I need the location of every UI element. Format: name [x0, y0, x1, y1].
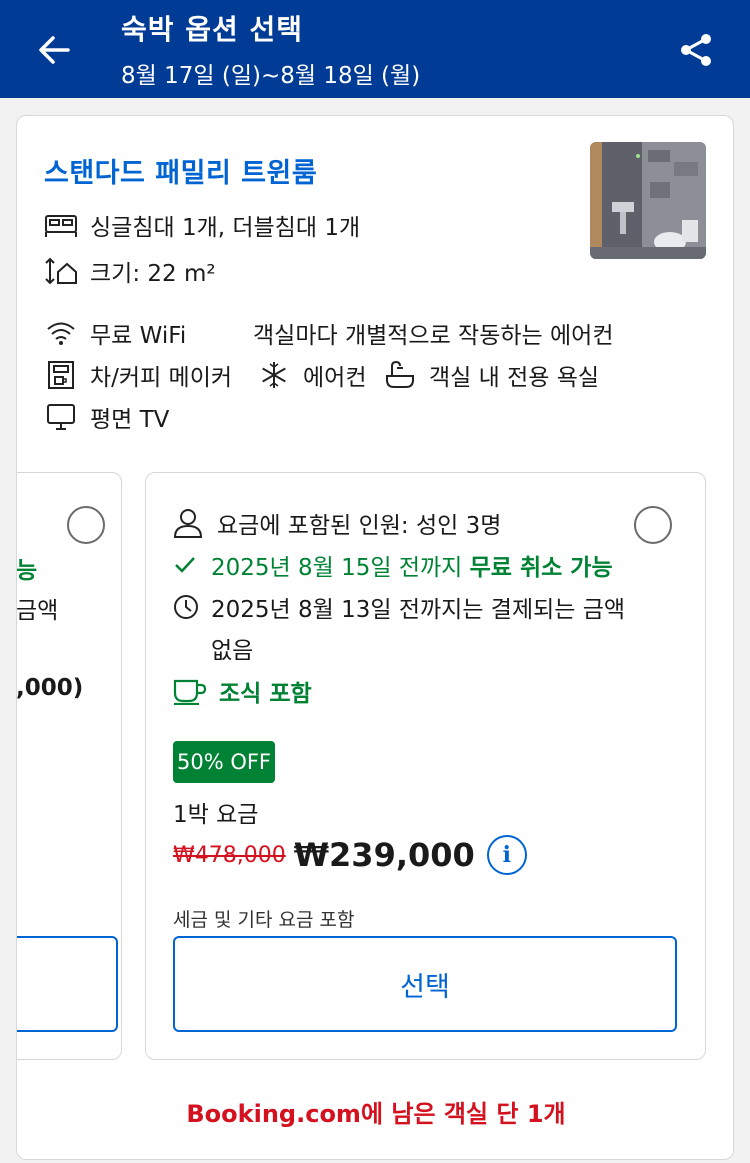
back-button[interactable] — [30, 26, 78, 74]
previous-cancel-text: 능 — [16, 558, 38, 584]
amenity-aircon: 에어컨 — [257, 358, 366, 392]
amenity-coffee-maker-text: 차/커피 메이커 — [90, 365, 233, 391]
payment-text-line2: 없음 — [211, 638, 254, 664]
wifi-icon — [44, 318, 78, 348]
cancel-deadline-text: 2025년 8월 15일 전까지 — [211, 555, 470, 581]
previous-price-text: ,000) — [16, 675, 84, 701]
clock-icon — [174, 595, 198, 619]
bathroom-photo-image — [590, 142, 706, 259]
discount-badge: 50% OFF — [173, 741, 275, 783]
original-price: ₩478,000 — [173, 842, 286, 868]
share-icon — [681, 34, 711, 66]
bed-info: 싱글침대 1개, 더블침대 1개 — [44, 208, 360, 242]
price-row: ₩478,000 ₩239,000 i — [173, 835, 527, 875]
payment-info: 2025년 8월 13일 전까지는 결제되는 금액 — [173, 590, 625, 624]
per-night-label: 1박 요금 — [173, 802, 259, 828]
snowflake-icon — [257, 360, 291, 390]
amenity-tv-text: 평면 TV — [90, 407, 170, 433]
free-cancel-text: 무료 취소 가능 — [469, 555, 613, 581]
previous-select-button[interactable] — [17, 936, 118, 1032]
amenity-wifi: 무료 WiFi — [44, 316, 186, 350]
rate-option-card-previous[interactable]: 능 금액 ,000) — [16, 472, 122, 1060]
top-app-bar: 숙박 옵션 선택 8월 17일 (일)~8월 18일 (월) — [0, 0, 750, 98]
bed-icon — [44, 210, 78, 240]
availability-notice: Booking.com에 남은 객실 단 1개 — [186, 1100, 566, 1128]
room-photo[interactable] — [590, 142, 706, 259]
info-icon: i — [502, 842, 511, 868]
amenity-wifi-text: 무료 WiFi — [90, 323, 187, 349]
amenity-private-bathroom: 객실 내 전용 욕실 — [383, 358, 599, 392]
occupancy-info: 요금에 포함된 인원: 성인 3명 — [173, 506, 501, 540]
arrow-left-icon — [39, 36, 70, 64]
room-name-link[interactable]: 스탠다드 패밀리 트윈룸 — [44, 151, 317, 190]
room-size-icon — [44, 256, 78, 286]
rate-option-card[interactable]: 요금에 포함된 인원: 성인 3명 2025년 8월 15일 전까지 무료 취소… — [145, 472, 706, 1060]
payment-text-line1: 2025년 8월 13일 전까지는 결제되는 금액 — [211, 597, 626, 623]
amenity-individual-ac-text: 객실마다 개별적으로 작동하는 에어컨 — [253, 323, 614, 349]
coffee-cup-icon — [173, 679, 207, 705]
occupancy-text: 요금에 포함된 인원: 성인 3명 — [217, 513, 502, 539]
tv-icon — [44, 402, 78, 432]
person-icon — [173, 509, 203, 538]
room-size: 크기: 22 m² — [44, 254, 216, 288]
checkmark-icon — [175, 557, 195, 573]
stay-dates: 8월 17일 (일)~8월 18일 (월) — [121, 63, 421, 89]
bed-text: 싱글침대 1개, 더블침대 1개 — [90, 215, 361, 241]
select-button[interactable]: 선택 — [173, 936, 677, 1032]
amenity-private-bathroom-text: 객실 내 전용 욕실 — [429, 365, 600, 391]
room-card: 스탠다드 패밀리 트윈룸 싱글침대 1개, 더블침대 1개 크기: 22 m² — [16, 115, 734, 1160]
amenity-coffee-maker: 차/커피 메이커 — [44, 358, 232, 392]
free-cancellation: 2025년 8월 15일 전까지 무료 취소 가능 — [173, 548, 613, 582]
price-info-button[interactable]: i — [486, 835, 527, 875]
previous-payment-text: 금액 — [16, 598, 59, 624]
amenity-aircon-text: 에어컨 — [303, 365, 367, 391]
room-size-text: 크기: 22 m² — [90, 261, 216, 287]
amenity-tv: 평면 TV — [44, 400, 169, 434]
share-button[interactable] — [672, 26, 720, 74]
discounted-price: ₩239,000 — [293, 836, 475, 874]
page-title: 숙박 옵션 선택 — [121, 13, 304, 46]
bathtub-icon — [383, 360, 417, 390]
tax-note: 세금 및 기타 요금 포함 — [173, 909, 355, 931]
rate-radio-previous[interactable] — [67, 506, 105, 544]
breakfast-text: 조식 포함 — [219, 681, 312, 707]
coffee-maker-icon — [44, 360, 78, 390]
amenity-individual-ac: 객실마다 개별적으로 작동하는 에어컨 — [253, 316, 614, 350]
rate-radio[interactable] — [634, 506, 672, 544]
breakfast-info: 조식 포함 — [173, 674, 312, 708]
